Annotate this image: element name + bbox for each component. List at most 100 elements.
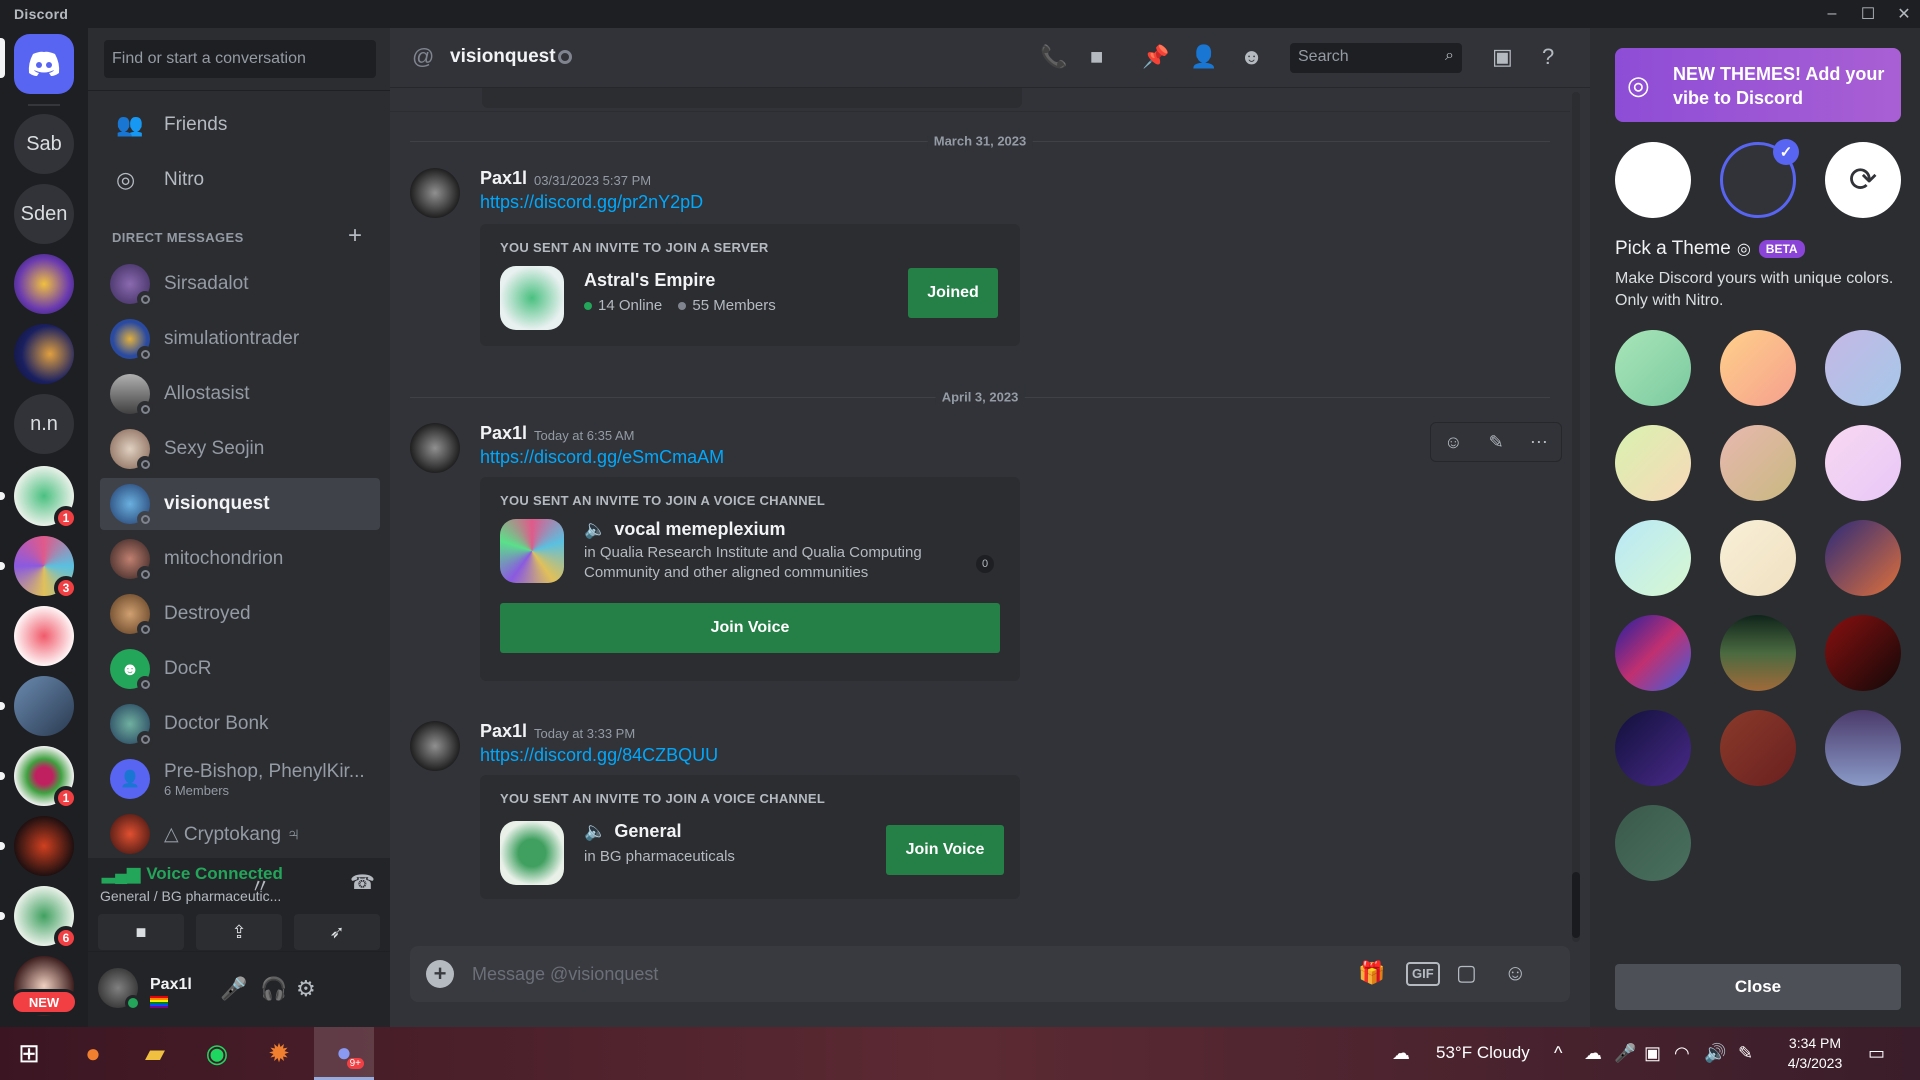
light-theme-swatch[interactable] — [1615, 142, 1691, 218]
server-icon[interactable] — [14, 254, 74, 314]
activities-button[interactable]: ➶ — [294, 914, 380, 950]
firefox-taskbar-button[interactable]: ● — [66, 1027, 120, 1080]
join-voice-button[interactable]: Join Voice — [500, 603, 1000, 653]
pin-icon[interactable]: 📌 — [1142, 44, 1169, 70]
server-icon[interactable]: 1 — [14, 746, 78, 810]
voice-channel-label[interactable]: General / BG pharmaceutic... — [100, 888, 300, 904]
server-sab[interactable]: Sab — [14, 114, 74, 174]
app-taskbar-button[interactable]: ✹ — [252, 1027, 306, 1080]
server-icon[interactable]: 3 — [14, 536, 78, 600]
scrollbar-track[interactable] — [1572, 92, 1580, 942]
theme-swatch[interactable] — [1615, 615, 1691, 691]
invite-link[interactable]: https://discord.gg/pr2nY2pD — [480, 192, 703, 213]
theme-swatch[interactable] — [1720, 330, 1796, 406]
theme-swatch[interactable] — [1825, 520, 1901, 596]
theme-swatch[interactable] — [1825, 330, 1901, 406]
dm-item[interactable]: Allostasist — [100, 368, 380, 420]
home-button[interactable] — [14, 34, 74, 94]
server-icon[interactable]: 1 — [14, 466, 78, 530]
pen-icon[interactable]: ✎ — [1738, 1043, 1753, 1064]
file-explorer-taskbar-button[interactable]: ▰ — [128, 1027, 182, 1080]
scrollbar-thumb[interactable] — [1572, 872, 1580, 938]
discord-taskbar-button[interactable]: ● 9+ — [314, 1027, 374, 1080]
theme-swatch[interactable] — [1615, 520, 1691, 596]
dm-item[interactable]: △ Cryptokang ♃ — [100, 808, 380, 860]
settings-gear-icon[interactable]: ⚙ — [296, 976, 316, 1002]
dark-theme-swatch[interactable]: ✓ — [1720, 139, 1799, 218]
user-profile-icon[interactable]: ☻ — [1240, 44, 1263, 70]
attach-plus-icon[interactable]: + — [426, 960, 454, 988]
dm-item[interactable]: Sirsadalot — [100, 258, 380, 310]
server-sden[interactable]: Sden — [14, 184, 74, 244]
theme-swatch[interactable] — [1825, 615, 1901, 691]
sticker-icon[interactable]: ▢ — [1456, 960, 1477, 986]
inbox-icon[interactable]: ▣ — [1492, 44, 1513, 70]
add-friend-icon[interactable]: 👤 — [1190, 44, 1217, 70]
nav-nitro[interactable]: ◎ Nitro — [100, 156, 380, 204]
dm-item[interactable]: simulationtrader — [100, 313, 380, 365]
find-conversation-input[interactable]: Find or start a conversation — [104, 40, 376, 78]
close-button[interactable]: Close — [1615, 964, 1901, 1010]
dm-item[interactable]: ☻ DocR — [100, 643, 380, 695]
theme-swatch[interactable] — [1825, 425, 1901, 501]
show-hidden-icons-icon[interactable]: ^ — [1554, 1043, 1562, 1064]
system-clock[interactable]: 3:34 PM 4/3/2023 — [1770, 1033, 1860, 1073]
new-themes-banner[interactable]: ◎ NEW THEMES! Add your vibe to Discord — [1615, 48, 1901, 122]
sync-theme-swatch[interactable]: ⟳ — [1825, 142, 1901, 218]
edit-icon[interactable]: ✎ — [1489, 432, 1504, 453]
add-reaction-icon[interactable]: ☺ — [1444, 432, 1462, 453]
message-avatar[interactable] — [410, 168, 460, 218]
headphones-icon[interactable]: 🎧 — [260, 976, 287, 1002]
dm-item[interactable]: 👤 Pre-Bishop, PhenylKir... 6 Members — [100, 753, 380, 805]
weather-text[interactable]: 53°F Cloudy — [1436, 1043, 1530, 1063]
dm-item[interactable]: Doctor Bonk — [100, 698, 380, 750]
spotify-taskbar-button[interactable]: ◉ — [190, 1027, 244, 1080]
theme-swatch[interactable] — [1720, 520, 1796, 596]
server-icon[interactable] — [14, 816, 74, 876]
gift-icon[interactable]: 🎁 — [1358, 960, 1385, 986]
user-avatar[interactable] — [98, 968, 141, 1011]
server-nn[interactable]: n.n — [14, 394, 74, 454]
nav-friends[interactable]: 👥 Friends — [100, 101, 380, 149]
joined-button[interactable]: Joined — [908, 268, 998, 318]
server-icon[interactable] — [14, 676, 74, 736]
message-avatar[interactable] — [410, 721, 460, 771]
message-input[interactable]: Message @visionquest — [472, 964, 658, 985]
message-author[interactable]: Pax1l — [480, 721, 527, 742]
theme-swatch[interactable] — [1615, 425, 1691, 501]
microphone-icon[interactable]: 🎤 — [220, 976, 247, 1002]
theme-swatch[interactable] — [1615, 330, 1691, 406]
theme-swatch[interactable] — [1825, 710, 1901, 786]
server-icon[interactable] — [14, 606, 74, 666]
theme-swatch[interactable] — [1615, 710, 1691, 786]
theme-swatch[interactable] — [1720, 615, 1796, 691]
close-window-button[interactable]: ✕ — [1886, 0, 1920, 28]
share-screen-button[interactable]: ⇪ — [196, 914, 282, 950]
gif-button[interactable]: GIF — [1406, 962, 1440, 986]
message-author[interactable]: Pax1l — [480, 423, 527, 444]
theme-swatch[interactable] — [1615, 805, 1691, 881]
wifi-icon[interactable]: ◠ — [1674, 1043, 1690, 1064]
theme-swatch[interactable] — [1720, 710, 1796, 786]
message-avatar[interactable] — [410, 423, 460, 473]
dm-item[interactable]: Sexy Seojin — [100, 423, 380, 475]
create-dm-plus-icon[interactable]: + — [348, 222, 362, 250]
notifications-icon[interactable]: ▭ — [1868, 1043, 1885, 1064]
disconnect-icon[interactable]: ☎ — [350, 870, 375, 895]
display-icon[interactable]: ▣ — [1644, 1043, 1661, 1064]
theme-swatch[interactable] — [1720, 425, 1796, 501]
server-icon[interactable] — [14, 324, 74, 384]
noise-suppression-icon[interactable]: 〃 — [250, 870, 270, 899]
message-author[interactable]: Pax1l — [480, 168, 527, 189]
dm-item[interactable]: mitochondrion — [100, 533, 380, 585]
server-icon[interactable]: 6 — [14, 886, 78, 950]
dm-item[interactable]: Destroyed — [100, 588, 380, 640]
more-options-icon[interactable]: ⋯ — [1530, 432, 1548, 453]
invite-link[interactable]: https://discord.gg/eSmCmaAM — [480, 447, 724, 468]
voice-call-icon[interactable]: 📞 — [1040, 44, 1067, 70]
camera-button[interactable]: ■ — [98, 914, 184, 950]
video-call-icon[interactable]: ■ — [1090, 44, 1103, 70]
start-button[interactable]: ⊞ — [2, 1027, 56, 1080]
volume-icon[interactable]: 🔊 — [1704, 1043, 1726, 1064]
maximize-button[interactable]: ☐ — [1850, 0, 1886, 28]
